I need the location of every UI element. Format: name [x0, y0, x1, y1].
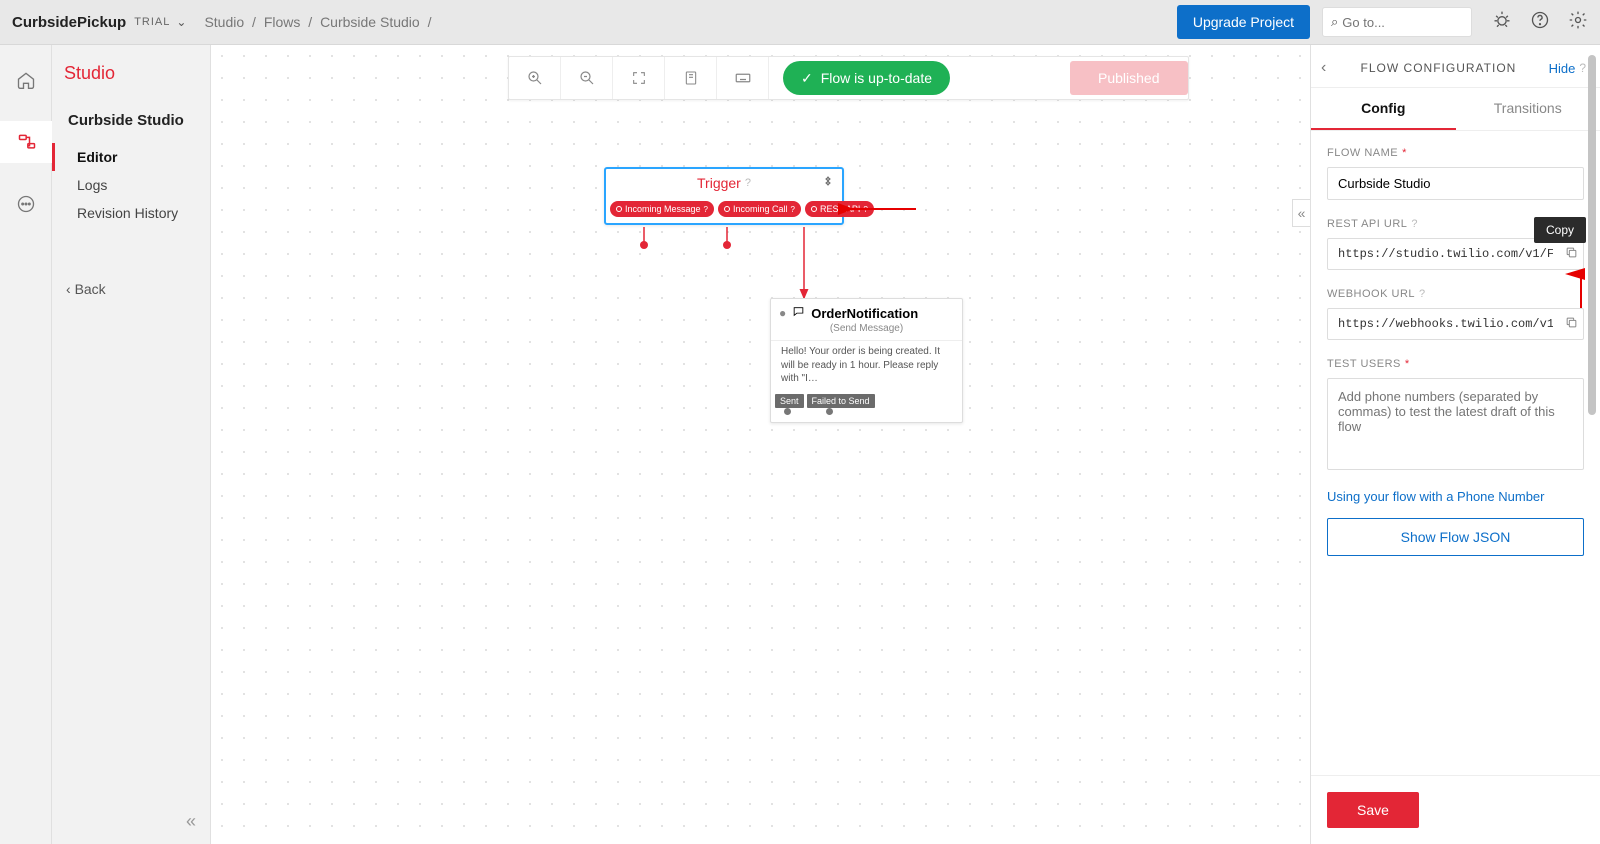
save-button[interactable]: Save: [1327, 792, 1419, 828]
search-input[interactable]: [1342, 15, 1463, 30]
back-link[interactable]: ‹ Back: [66, 281, 106, 297]
breadcrumb-item[interactable]: Flows: [264, 14, 301, 30]
tag-failed[interactable]: Failed to Send: [807, 394, 875, 408]
published-badge: Published: [1070, 61, 1188, 95]
side-nav: Studio Curbside Studio Editor Logs Revis…: [52, 45, 210, 844]
help-icon[interactable]: ?: [745, 177, 751, 189]
debug-icon[interactable]: [1492, 10, 1512, 35]
test-users-label: TEST USERS*: [1327, 358, 1584, 370]
config-tabs: Config Transitions: [1311, 88, 1600, 131]
chevron-left-icon[interactable]: ‹: [1321, 59, 1326, 77]
node-title: OrderNotification: [811, 306, 918, 321]
node-tags: Sent Failed to Send: [771, 394, 962, 408]
phone-number-link[interactable]: Using your flow with a Phone Number: [1327, 489, 1584, 504]
test-users-input[interactable]: [1327, 378, 1584, 470]
breadcrumb-item[interactable]: Studio: [204, 14, 244, 30]
trigger-node[interactable]: Trigger ? Incoming Message? Incoming Cal…: [604, 167, 844, 225]
trial-badge: TRIAL: [134, 16, 170, 28]
flow-name-label: FLOW NAME*: [1327, 147, 1584, 159]
webhook-url-input[interactable]: [1327, 308, 1584, 340]
copy-tooltip: Copy: [1534, 217, 1586, 243]
collapse-sidebar-icon[interactable]: «: [186, 811, 196, 832]
fullscreen-icon[interactable]: [613, 57, 665, 99]
keyboard-icon[interactable]: [717, 57, 769, 99]
canvas-grid: [210, 45, 1310, 844]
drag-handle-icon[interactable]: ●: [779, 306, 786, 320]
zoom-in-icon[interactable]: [509, 57, 561, 99]
output-sent[interactable]: [784, 408, 791, 415]
order-notification-node[interactable]: ● OrderNotification (Send Message) Hello…: [770, 298, 963, 423]
side-nav-section: Curbside Studio: [52, 112, 210, 129]
top-header: CurbsidePickup TRIAL ⌄ Studio / Flows / …: [0, 0, 1600, 45]
nav-editor[interactable]: Editor: [52, 143, 210, 171]
flow-status-badge: ✓ Flow is up-to-date: [783, 61, 950, 95]
config-title: FLOW CONFIGURATION: [1334, 61, 1542, 75]
message-icon: [792, 305, 805, 321]
flow-name-input[interactable]: [1327, 167, 1584, 200]
event-incoming-message[interactable]: Incoming Message?: [610, 201, 714, 217]
tag-sent[interactable]: Sent: [775, 394, 804, 408]
project-name[interactable]: CurbsidePickup: [12, 14, 126, 31]
rail-home-icon[interactable]: [0, 59, 52, 101]
copy-icon[interactable]: [1565, 316, 1578, 332]
notes-icon[interactable]: [665, 57, 717, 99]
hide-link[interactable]: Hide: [1549, 61, 1576, 76]
collapse-panel-icon[interactable]: «: [1292, 199, 1310, 227]
trigger-header: Trigger ?: [606, 169, 842, 197]
rail-more-icon[interactable]: [0, 183, 52, 225]
nav-logs[interactable]: Logs: [52, 171, 210, 199]
icon-rail: [0, 45, 52, 844]
rail-studio-icon[interactable]: [0, 121, 52, 163]
config-header: ‹ FLOW CONFIGURATION Hide ?: [1311, 45, 1600, 88]
tab-config[interactable]: Config: [1311, 88, 1456, 130]
settings-icon[interactable]: [1568, 10, 1588, 35]
global-search[interactable]: ⌕: [1322, 7, 1472, 37]
help-icon[interactable]: ?: [1579, 61, 1586, 75]
trigger-events: Incoming Message? Incoming Call? REST AP…: [606, 197, 842, 223]
help-icon[interactable]: [1530, 10, 1550, 35]
gear-icon[interactable]: [822, 175, 834, 190]
check-icon: ✓: [801, 70, 813, 87]
canvas[interactable]: ✓ Flow is up-to-date Published Trigger: [210, 45, 1310, 844]
breadcrumb[interactable]: Studio / Flows / Curbside Studio /: [202, 14, 437, 30]
webhook-label: WEBHOOK URL?: [1327, 288, 1584, 300]
config-panel: ‹ FLOW CONFIGURATION Hide ? Config Trans…: [1310, 45, 1600, 844]
side-nav-title[interactable]: Studio: [52, 63, 210, 84]
project-dropdown-icon[interactable]: ⌄: [176, 15, 186, 29]
show-flow-json-button[interactable]: Show Flow JSON: [1327, 518, 1584, 556]
search-icon: ⌕: [1331, 14, 1338, 30]
node-body: Hello! Your order is being created. It w…: [771, 340, 962, 394]
copy-icon[interactable]: [1565, 246, 1578, 262]
node-subtitle: (Send Message): [771, 323, 962, 340]
breadcrumb-item[interactable]: Curbside Studio: [320, 14, 420, 30]
event-rest-api[interactable]: REST API?: [805, 201, 874, 217]
zoom-out-icon[interactable]: [561, 57, 613, 99]
event-incoming-call[interactable]: Incoming Call?: [718, 201, 801, 217]
tab-transitions[interactable]: Transitions: [1456, 88, 1600, 130]
nav-revision-history[interactable]: Revision History: [52, 199, 210, 227]
canvas-toolbar: ✓ Flow is up-to-date Published: [508, 56, 1189, 100]
output-failed[interactable]: [826, 408, 833, 415]
chevron-left-icon: ‹: [66, 281, 75, 297]
upgrade-project-button[interactable]: Upgrade Project: [1177, 5, 1310, 39]
